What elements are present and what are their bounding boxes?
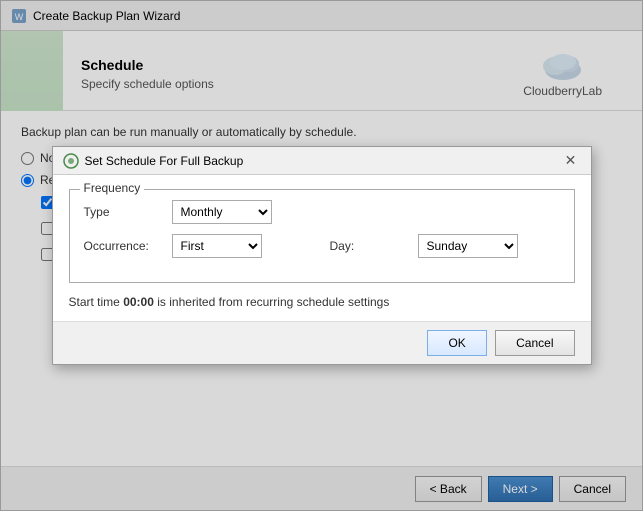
wizard-window: W Create Backup Plan Wizard Schedule Spe… [0, 0, 643, 511]
modal-overlay: Set Schedule For Full Backup ✕ Frequency… [1, 1, 642, 510]
modal-content: Frequency Type Monthly Weekly Daily Once [53, 175, 591, 321]
type-label: Type [84, 205, 164, 219]
modal-title-text: Set Schedule For Full Backup [85, 154, 555, 168]
inherited-text: Start time 00:00 is inherited from recur… [69, 295, 575, 309]
modal-window: Set Schedule For Full Backup ✕ Frequency… [52, 146, 592, 365]
modal-footer: OK Cancel [53, 321, 591, 364]
modal-close-button[interactable]: ✕ [561, 151, 581, 171]
day-select[interactable]: Sunday Monday Tuesday Wednesday Thursday… [418, 234, 518, 258]
type-select[interactable]: Monthly Weekly Daily Once [172, 200, 272, 224]
inherited-time: 00:00 [123, 295, 154, 309]
frequency-group: Frequency Type Monthly Weekly Daily Once [69, 189, 575, 283]
frequency-group-title: Frequency [80, 181, 145, 195]
occurrence-label: Occurrence: [84, 239, 164, 253]
occurrence-select[interactable]: First Second Third Fourth Last [172, 234, 262, 258]
day-label: Day: [330, 239, 410, 253]
modal-title-bar: Set Schedule For Full Backup ✕ [53, 147, 591, 175]
modal-cancel-button[interactable]: Cancel [495, 330, 574, 356]
modal-icon [63, 153, 79, 169]
modal-ok-button[interactable]: OK [427, 330, 487, 356]
occurrence-row: Occurrence: First Second Third Fourth La… [84, 234, 560, 258]
type-row: Type Monthly Weekly Daily Once [84, 200, 560, 224]
